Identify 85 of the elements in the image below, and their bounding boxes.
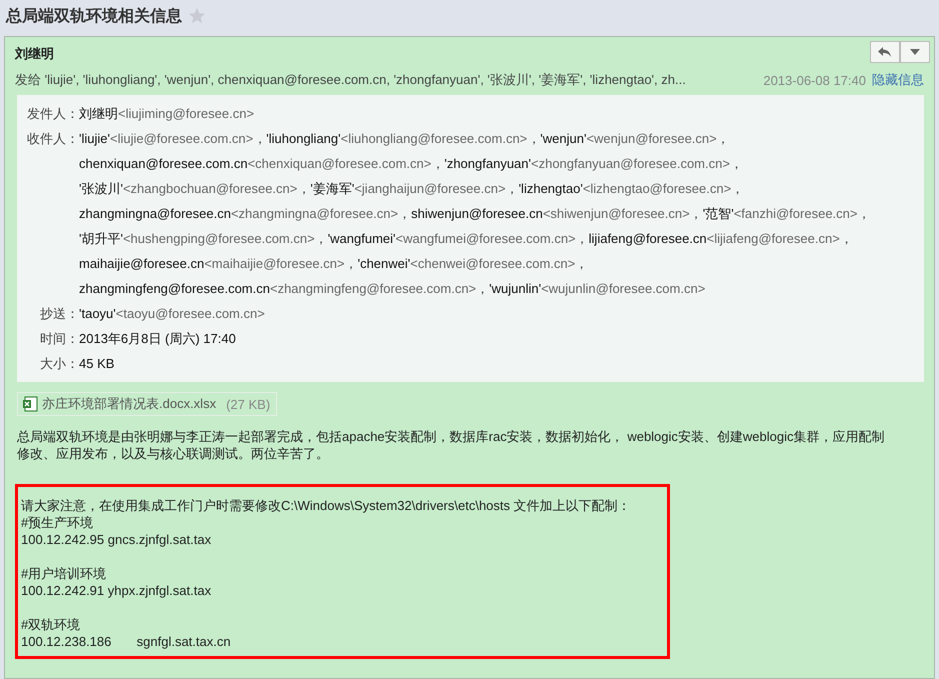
recipient-address: <lijiafeng@foresee.cn>	[706, 230, 840, 248]
date: 2013-06-08 17:40	[763, 72, 866, 88]
field-label: 大小：	[39, 355, 79, 373]
hosts-entry: 100.12.242.91 yhpx.zjnfgl.sat.tax	[21, 582, 212, 599]
separator: ，	[690, 205, 703, 223]
recipient-name: 'chenwei'	[358, 255, 410, 273]
recipient-address: <fanzhi@foresee.cn>	[734, 205, 858, 223]
field-value: 2013年6月8日 (周六) 17:40	[79, 330, 236, 348]
recipient-address: <shiwenjun@foresee.cn>	[542, 205, 690, 223]
notice-text: 请大家注意，在使用集成工作门户时需要修改C:\Windows\System32\drivers\etc\hosts 文件加上以下配制：	[21, 497, 632, 514]
email-subject: 总局端双轨环境相关信息	[6, 6, 182, 26]
star-icon[interactable]	[188, 7, 206, 25]
sender-address: <liujiming@foresee.cn>	[118, 105, 254, 123]
recipient-address: <lizhengtao@foresee.cn>	[582, 180, 732, 198]
field-label: 发件人：	[27, 105, 79, 123]
recipient-name: '张波川'	[79, 180, 123, 198]
recipient-name: '胡升平'	[79, 230, 123, 248]
sender-name: 刘继明	[79, 105, 118, 123]
recipient-address: <wangfumei@foresee.com.cn>	[396, 230, 576, 248]
field-label: 抄送：	[39, 305, 79, 323]
recipient-name: shiwenjun@foresee.cn	[411, 205, 543, 223]
separator: ，	[476, 280, 490, 298]
recipient-address: <zhangbochuan@foresee.cn>	[122, 180, 298, 198]
attachment-name[interactable]: 亦庄环境部署情况表.docx.xlsx	[42, 395, 216, 413]
separator: ，	[731, 180, 744, 198]
more-button[interactable]	[900, 41, 930, 63]
recipient-address: <wujunlin@foresee.com.cn>	[541, 280, 706, 298]
separator: ，	[253, 130, 266, 148]
recipients-summary: 发给 'liujie', 'liuhongliang', 'wenjun', chenxiquan@foresee.com.cn, 'zhongfanyuan', '张波川', '姜海军', 'lizhengtao', zh...	[15, 71, 687, 89]
recipient-name: '范智'	[702, 205, 734, 223]
recipient-address: <zhangmingna@foresee.cn>	[230, 205, 398, 223]
reply-icon	[877, 46, 893, 58]
recipient-name: 'zhongfanyuan'	[444, 155, 531, 173]
notice-heading: #双轨环境	[21, 616, 82, 633]
message-text: 总局端双轨环境是由张明娜与李正涛一起部署完成，包括apache安装配制，数据库rac安装，数据初始化， weblogic安装、创建weblogic集群，应用配制修改、应用发布，以及与核心联调测试。两位辛苦了。	[17, 428, 886, 462]
hide-details-link[interactable]: 隐藏信息	[872, 71, 924, 89]
recipient-address: <liujie@foresee.com.cn>	[110, 130, 254, 148]
reply-button[interactable]	[870, 41, 900, 63]
notice-heading: #预生产环境	[21, 514, 94, 531]
separator: ，	[297, 180, 310, 198]
field-label: 收件人：	[27, 130, 79, 148]
recipient-name: zhangmingna@foresee.cn	[79, 205, 231, 223]
recipient-address: <chenxiquan@foresee.com.cn>	[248, 155, 432, 173]
recipient-address: <wenjun@foresee.cn>	[586, 130, 717, 148]
notice-heading: #用户培训环境	[21, 565, 108, 582]
recipient-address: <hushengping@foresee.com.cn>	[122, 230, 315, 248]
recipient-address: <zhangmingfeng@foresee.com.cn>	[270, 280, 476, 298]
recipient-name: 'taoyu'	[79, 305, 116, 323]
spreadsheet-icon	[22, 396, 38, 412]
separator: ，	[575, 255, 588, 273]
recipient-name: 'lizhengtao'	[518, 180, 583, 198]
separator: ，	[730, 155, 743, 173]
hosts-entry: 100.12.242.95 gncs.zjnfgl.sat.tax	[21, 531, 212, 548]
hosts-entry: 100.12.238.186 sgnfgl.sat.tax.cn	[21, 633, 232, 650]
caret-icon	[910, 49, 920, 55]
separator: ，	[506, 180, 519, 198]
recipient-name: chenxiquan@foresee.com.cn	[79, 155, 248, 173]
recipient-name: 'wenjun'	[540, 130, 586, 148]
separator: ，	[716, 130, 730, 148]
sender-name: 刘继明	[15, 45, 54, 63]
separator: ，	[314, 230, 328, 248]
field-label: 时间：	[39, 330, 79, 348]
recipient-name: lijiafeng@foresee.cn	[588, 230, 707, 248]
recipient-name: maihaijie@foresee.cn	[79, 255, 204, 273]
recipient-name: zhangmingfeng@foresee.com.cn	[79, 280, 270, 298]
attachment-size: (27 KB)	[226, 396, 270, 412]
recipient-address: <liuhongliang@foresee.com.cn>	[340, 130, 528, 148]
recipient-name: 'liujie'	[79, 130, 110, 148]
recipient-address: <jianghaijun@foresee.cn>	[354, 180, 506, 198]
separator: ，	[344, 255, 358, 273]
recipient-address: <taoyu@foresee.com.cn>	[116, 305, 265, 323]
recipient-name: 'liuhongliang'	[266, 130, 341, 148]
recipient-address: <maihaijie@foresee.cn>	[204, 255, 345, 273]
separator: ，	[527, 130, 540, 148]
recipient-address: <chenwei@foresee.com.cn>	[410, 255, 576, 273]
recipient-address: <zhongfanyuan@foresee.com.cn>	[531, 155, 730, 173]
recipient-name: 'wangfumei'	[328, 230, 396, 248]
separator: ，	[398, 205, 412, 223]
separator: ，	[431, 155, 444, 173]
separator: ，	[576, 230, 589, 248]
field-value: 45 KB	[79, 355, 114, 373]
recipient-name: '姜海军'	[310, 180, 354, 198]
separator: ，	[840, 230, 853, 248]
separator: ，	[857, 205, 870, 223]
recipient-name: 'wujunlin'	[489, 280, 542, 298]
